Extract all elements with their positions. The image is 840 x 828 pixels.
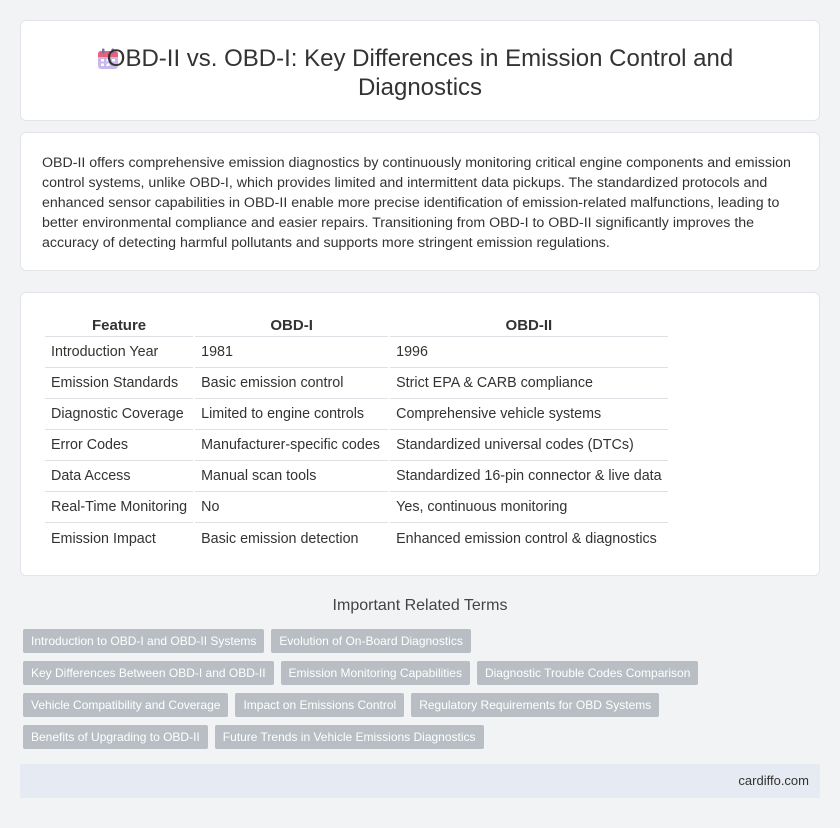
intro-paragraph: OBD-II offers comprehensive emission dia…	[42, 155, 791, 251]
footer-site-link[interactable]: cardiffo.com	[738, 773, 809, 788]
table-cell: Introduction Year	[45, 337, 194, 368]
related-term-tag[interactable]: Future Trends in Vehicle Emissions Diagn…	[214, 725, 484, 749]
footer: cardiffo.com	[20, 764, 820, 798]
column-header-feature: Feature	[45, 314, 194, 337]
table-cell: Basic emission detection	[201, 530, 359, 547]
table-cell: Standardized universal codes (DTCs)	[390, 430, 668, 461]
table-cell: Manufacturer-specific codes	[195, 430, 389, 461]
table-row: Introduction Year 1981 1996	[45, 337, 668, 368]
table-row: Diagnostic Coverage Limited to engine co…	[45, 399, 668, 430]
table-cell: Limited to engine controls	[195, 399, 389, 430]
table-header-row: Feature OBD-I OBD-II	[45, 314, 668, 337]
related-term-tag[interactable]: Key Differences Between OBD-I and OBD-II	[23, 661, 274, 685]
related-term-tag[interactable]: Evolution of On-Board Diagnostics	[271, 629, 471, 653]
related-terms-heading: Important Related Terms	[332, 597, 508, 614]
table-row: Real-Time Monitoring No Yes, continuous …	[45, 492, 668, 523]
column-header-obd1: OBD-I	[195, 314, 389, 337]
table-cell: 1981	[195, 337, 389, 368]
related-terms-list: Introduction to OBD-I and OBD-II Systems…	[23, 629, 723, 749]
table-row: Data Access Manual scan tools Standardiz…	[45, 461, 668, 492]
table-row: Emission Standards Basic emission contro…	[45, 368, 668, 399]
table-cell: Data Access	[45, 461, 194, 492]
related-term-tag[interactable]: Impact on Emissions Control	[235, 693, 405, 717]
related-term-tag[interactable]: Emission Monitoring Capabilities	[280, 661, 470, 685]
table-cell: Emission Impact	[51, 530, 156, 547]
related-term-tag[interactable]: Vehicle Compatibility and Coverage	[23, 693, 229, 717]
related-term-tag[interactable]: Benefits of Upgrading to OBD-II	[23, 725, 208, 749]
table-cell: Standardized 16-pin connector & live dat…	[390, 461, 668, 492]
table-cell: Yes, continuous monitoring	[390, 492, 668, 523]
table-cell: Enhanced emission control & diagnostics	[396, 530, 657, 547]
table-cell: Manual scan tools	[195, 461, 389, 492]
table-cell: Real-Time Monitoring	[45, 492, 194, 523]
related-term-tag[interactable]: Introduction to OBD-I and OBD-II Systems	[23, 629, 265, 653]
table-row: Error Codes Manufacturer-specific codes …	[45, 430, 668, 461]
table-cell: Strict EPA & CARB compliance	[390, 368, 668, 399]
page-title: OBD-II vs. OBD-I: Key Differences in Emi…	[106, 45, 734, 101]
table-row: Emission Impact Basic emission detection…	[45, 523, 668, 554]
related-term-tag[interactable]: Diagnostic Trouble Codes Comparison	[476, 661, 699, 685]
related-term-tag[interactable]: Regulatory Requirements for OBD Systems	[411, 693, 660, 717]
comparison-card: Feature OBD-I OBD-II Introduction Year 1…	[20, 292, 820, 576]
table-cell: Basic emission control	[195, 368, 389, 399]
table-cell: Diagnostic Coverage	[45, 399, 194, 430]
title-card: OBD-II vs. OBD-I: Key Differences in Emi…	[20, 20, 820, 121]
table-cell: Emission Standards	[45, 368, 194, 399]
comparison-table: Feature OBD-I OBD-II Introduction Year 1…	[43, 314, 670, 554]
table-cell: Comprehensive vehicle systems	[390, 399, 668, 430]
table-cell: 1996	[390, 337, 668, 368]
table-cell: Error Codes	[45, 430, 194, 461]
intro-card: OBD-II offers comprehensive emission dia…	[20, 132, 820, 271]
table-cell: No	[195, 492, 389, 523]
column-header-obd2: OBD-II	[390, 314, 668, 337]
